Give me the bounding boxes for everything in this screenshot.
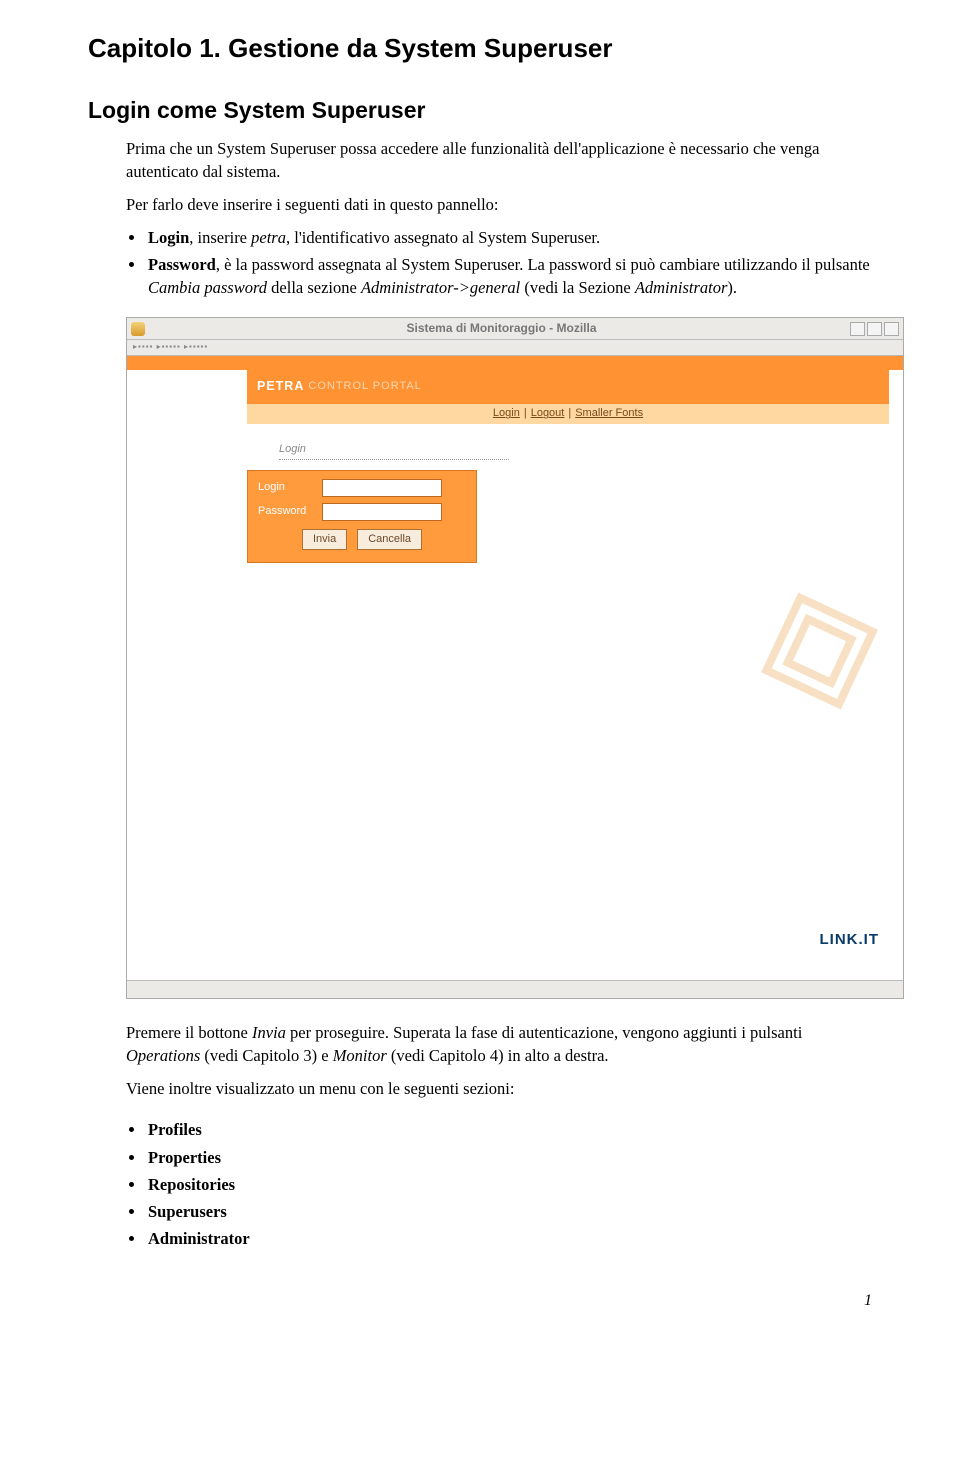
after-p1-pre: Premere il bottone bbox=[126, 1023, 252, 1042]
background-watermark-icon bbox=[739, 576, 899, 736]
bullet-password-t1: , è la password assegnata al System Supe… bbox=[216, 255, 870, 274]
menu-item-superusers: Superusers bbox=[146, 1200, 872, 1223]
password-input[interactable] bbox=[322, 503, 442, 521]
browser-viewport: PETRA CONTROL PORTAL Login | Logout | Sm… bbox=[127, 356, 903, 980]
brand-logo: PETRA bbox=[257, 378, 304, 396]
intro-paragraph-2: Per farlo deve inserire i seguenti dati … bbox=[126, 193, 872, 216]
login-input[interactable] bbox=[322, 479, 442, 497]
link-logout[interactable]: Logout bbox=[531, 406, 565, 421]
after-paragraph-1: Premere il bottone Invia per proseguire.… bbox=[126, 1021, 872, 1067]
bullet-login-ital: petra bbox=[251, 228, 286, 247]
maximize-button[interactable] bbox=[867, 322, 882, 336]
after-paragraph-2: Viene inoltre visualizzato un menu con l… bbox=[126, 1077, 872, 1100]
embedded-screenshot: Sistema di Monitoraggio - Mozilla ▸▪▪▪▪ … bbox=[126, 317, 904, 999]
portal-linkbar: Login | Logout | Smaller Fonts bbox=[247, 404, 889, 424]
bullet-login-t1: , inserire bbox=[189, 228, 251, 247]
section-title: Login come System Superuser bbox=[88, 94, 872, 126]
menu-item-administrator: Administrator bbox=[146, 1227, 872, 1250]
link-login[interactable]: Login bbox=[493, 406, 520, 421]
login-panel: Login Password Invia Cancella bbox=[247, 470, 477, 563]
window-titlebar: Sistema di Monitoraggio - Mozilla bbox=[127, 318, 903, 340]
menu-item-repositories: Repositories bbox=[146, 1173, 872, 1196]
bullet-login-t2: , l'identificativo assegnato al System S… bbox=[286, 228, 600, 247]
login-bullets: Login, inserire petra, l'identificativo … bbox=[146, 226, 872, 299]
password-row: Password bbox=[258, 503, 466, 521]
after-p1-ital3: Monitor bbox=[333, 1046, 387, 1065]
after-p1-mid3: (vedi Capitolo 4) in alto a destra. bbox=[387, 1046, 609, 1065]
bullet-password-bold: Password bbox=[148, 255, 216, 274]
intro-paragraph-1: Prima che un System Superuser possa acce… bbox=[126, 137, 872, 183]
close-button[interactable] bbox=[884, 322, 899, 336]
menu-item-properties: Properties bbox=[146, 1146, 872, 1169]
invia-button[interactable]: Invia bbox=[302, 529, 347, 550]
bullet-password-ital1: Cambia password bbox=[148, 278, 267, 297]
login-zone: Login Login Password Invia Cancella bbox=[247, 442, 509, 563]
after-p1-ital1: Invia bbox=[252, 1023, 286, 1042]
link-smaller-fonts[interactable]: Smaller Fonts bbox=[575, 406, 643, 421]
bullet-password: Password, è la password assegnata al Sys… bbox=[146, 253, 872, 299]
browser-toolbar: ▸▪▪▪▪ ▸▪▪▪▪▪ ▸▪▪▪▪▪ bbox=[127, 340, 903, 356]
login-row: Login bbox=[258, 479, 466, 497]
page-number: 1 bbox=[88, 1290, 872, 1312]
browser-statusbar bbox=[127, 980, 903, 998]
bullet-password-t3: (vedi la Sezione bbox=[520, 278, 635, 297]
password-label: Password bbox=[258, 504, 322, 519]
portal-header: PETRA CONTROL PORTAL bbox=[247, 370, 889, 404]
minimize-button[interactable] bbox=[850, 322, 865, 336]
bullet-password-t2: della sezione bbox=[267, 278, 361, 297]
after-p1-mid1: per proseguire. Superata la fase di aute… bbox=[286, 1023, 802, 1042]
mozilla-icon bbox=[131, 322, 145, 336]
login-label: Login bbox=[258, 480, 322, 495]
login-buttons: Invia Cancella bbox=[258, 529, 466, 550]
bullet-password-ital3: Administrator bbox=[635, 278, 728, 297]
linkit-logo: LINK.IT bbox=[820, 929, 880, 950]
bullet-login-bold: Login bbox=[148, 228, 189, 247]
cancella-button[interactable]: Cancella bbox=[357, 529, 422, 550]
after-p1-mid2: (vedi Capitolo 3) e bbox=[200, 1046, 332, 1065]
menu-sections-list: Profiles Properties Repositories Superus… bbox=[146, 1118, 872, 1249]
chapter-title: Capitolo 1. Gestione da System Superuser bbox=[88, 30, 872, 66]
brand-subtitle: CONTROL PORTAL bbox=[308, 379, 421, 394]
after-p1-ital2: Operations bbox=[126, 1046, 200, 1065]
bullet-login: Login, inserire petra, l'identificativo … bbox=[146, 226, 872, 249]
bullet-password-ital2: Administrator->general bbox=[361, 278, 520, 297]
menu-item-profiles: Profiles bbox=[146, 1118, 872, 1141]
bullet-password-t4: ). bbox=[727, 278, 737, 297]
top-stripe bbox=[127, 356, 903, 370]
window-controls bbox=[850, 322, 899, 336]
breadcrumb-underline bbox=[279, 459, 509, 460]
window-title: Sistema di Monitoraggio - Mozilla bbox=[153, 320, 850, 337]
breadcrumb: Login bbox=[279, 442, 509, 457]
